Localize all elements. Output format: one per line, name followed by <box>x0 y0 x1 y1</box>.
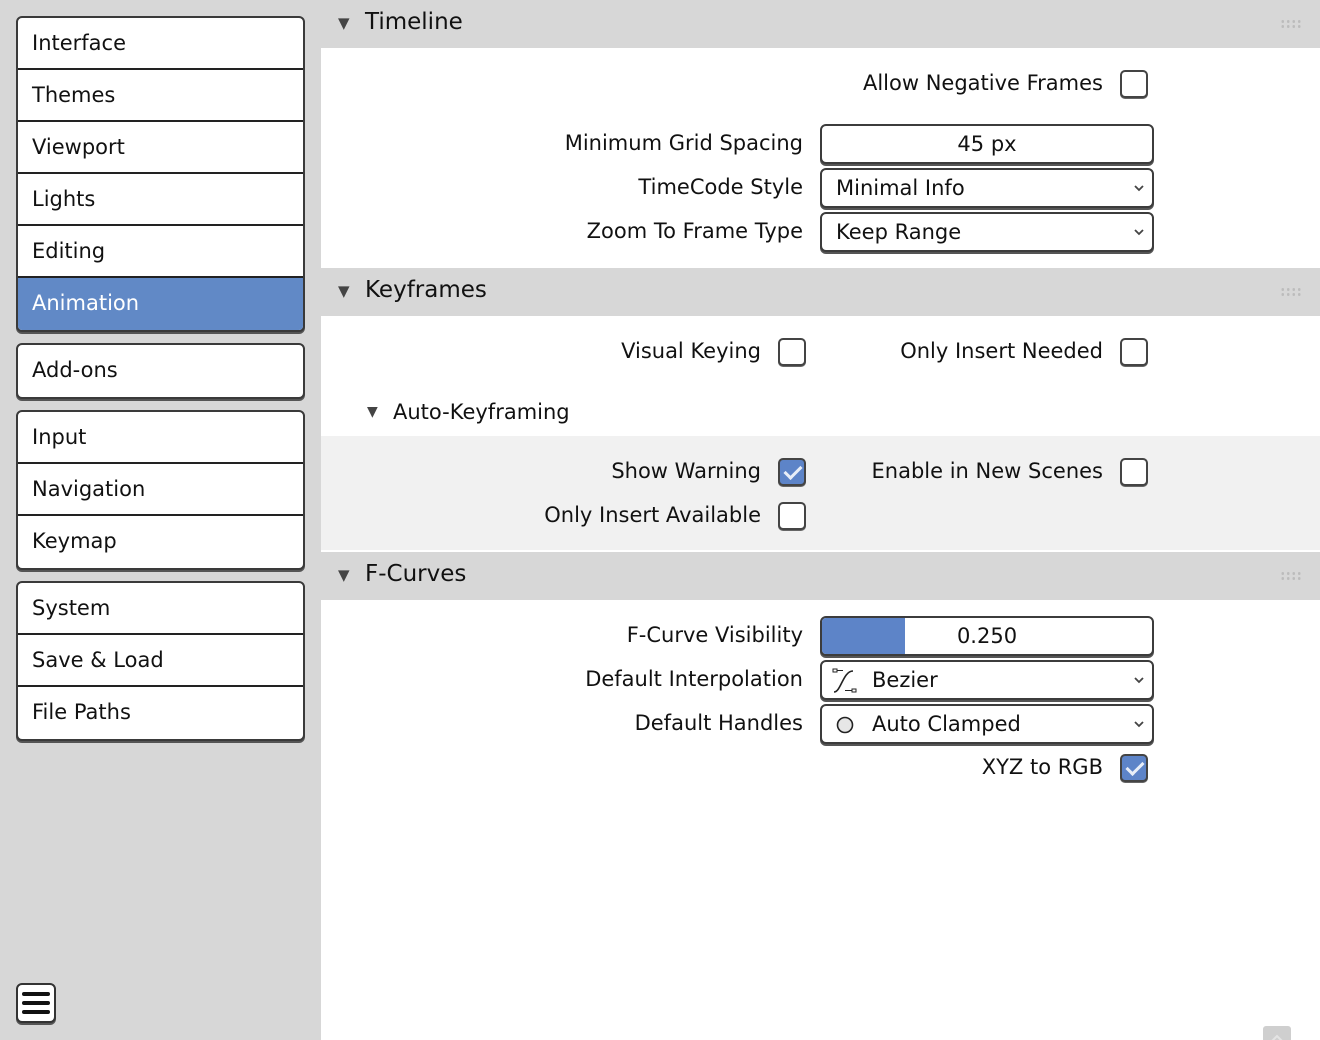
only-insert-needed-label: Only Insert Needed <box>900 339 1103 363</box>
sidebar-item-lights[interactable]: Lights <box>18 174 303 226</box>
sidebar-item-system[interactable]: System <box>18 583 303 635</box>
nav-group-input: Input Navigation Keymap <box>16 410 305 570</box>
drag-handle-icon[interactable] <box>1280 19 1302 29</box>
default-handles-label: Default Handles <box>634 711 803 735</box>
hamburger-icon-line <box>22 1010 50 1014</box>
nav-group-ui: Interface Themes Viewport Lights Editing… <box>16 16 305 332</box>
auto-keyframing-subpanel <box>321 436 1320 550</box>
nav-group-system: System Save & Load File Paths <box>16 581 305 741</box>
sidebar: Interface Themes Viewport Lights Editing… <box>0 0 321 1040</box>
allow-negative-frames-checkbox[interactable] <box>1120 70 1148 98</box>
hamburger-icon <box>22 992 50 996</box>
min-grid-spacing-value: 45 px <box>957 132 1017 156</box>
zoom-to-frame-type-value: Keep Range <box>836 220 962 244</box>
nav-group-addons: Add-ons <box>16 343 305 399</box>
collapse-triangle-icon: ▼ <box>367 404 378 420</box>
timecode-style-dropdown[interactable]: Minimal Info <box>820 168 1154 208</box>
xyz-to-rgb-checkbox[interactable] <box>1120 754 1148 782</box>
timecode-style-label: TimeCode Style <box>638 175 803 199</box>
sidebar-item-editing[interactable]: Editing <box>18 226 303 278</box>
sidebar-item-viewport[interactable]: Viewport <box>18 122 303 174</box>
chevron-down-icon <box>1134 229 1144 236</box>
panel-title: F-Curves <box>365 561 467 587</box>
show-warning-label: Show Warning <box>611 459 761 483</box>
enable-in-new-scenes-checkbox[interactable] <box>1120 458 1148 486</box>
hamburger-icon-line <box>22 1001 50 1005</box>
only-insert-available-checkbox[interactable] <box>778 502 806 530</box>
panel-title: Timeline <box>365 9 463 35</box>
sidebar-item-navigation[interactable]: Navigation <box>18 464 303 516</box>
subpanel-title-auto-keyframing[interactable]: Auto-Keyframing <box>393 400 570 424</box>
preferences-content: ▼ Timeline Allow Negative Frames Minimum… <box>321 0 1320 1040</box>
handle-circle-icon <box>836 716 854 734</box>
fcurve-visibility-slider[interactable]: 0.250 <box>820 616 1154 656</box>
chevron-down-icon <box>1134 677 1144 684</box>
preferences-menu-button[interactable] <box>16 983 56 1023</box>
sidebar-item-keymap[interactable]: Keymap <box>18 516 303 568</box>
visual-keying-label: Visual Keying <box>621 339 761 363</box>
allow-negative-frames-label: Allow Negative Frames <box>862 71 1103 95</box>
panel-header-fcurves[interactable]: ▼ F-Curves <box>321 552 1320 600</box>
default-handles-dropdown[interactable]: Auto Clamped <box>820 704 1154 744</box>
bezier-curve-icon <box>832 668 857 693</box>
min-grid-spacing-field[interactable]: 45 px <box>820 124 1154 164</box>
zoom-to-frame-type-label: Zoom To Frame Type <box>586 219 803 243</box>
only-insert-needed-checkbox[interactable] <box>1120 338 1148 366</box>
chevron-up-icon <box>1271 1034 1283 1040</box>
timecode-style-value: Minimal Info <box>836 176 965 200</box>
visual-keying-checkbox[interactable] <box>778 338 806 366</box>
sidebar-item-themes[interactable]: Themes <box>18 70 303 122</box>
only-insert-available-label: Only Insert Available <box>544 503 761 527</box>
default-interpolation-label: Default Interpolation <box>585 667 803 691</box>
scroll-up-button[interactable] <box>1263 1026 1291 1040</box>
chevron-down-icon <box>1134 721 1144 728</box>
collapse-triangle-icon: ▼ <box>338 282 350 300</box>
panel-title: Keyframes <box>365 277 487 303</box>
sidebar-item-animation[interactable]: Animation <box>18 278 303 330</box>
sidebar-item-input[interactable]: Input <box>18 412 303 464</box>
sidebar-item-file-paths[interactable]: File Paths <box>18 687 303 739</box>
show-warning-checkbox[interactable] <box>778 458 806 486</box>
sidebar-item-save-load[interactable]: Save & Load <box>18 635 303 687</box>
drag-handle-icon[interactable] <box>1280 287 1302 297</box>
fcurve-visibility-value: 0.250 <box>956 624 1018 648</box>
drag-handle-icon[interactable] <box>1280 571 1302 581</box>
panel-header-keyframes[interactable]: ▼ Keyframes <box>321 268 1320 316</box>
sidebar-item-interface[interactable]: Interface <box>18 18 303 70</box>
collapse-triangle-icon: ▼ <box>338 566 350 584</box>
zoom-to-frame-type-dropdown[interactable]: Keep Range <box>820 212 1154 252</box>
default-interpolation-dropdown[interactable]: Bezier <box>820 660 1154 700</box>
min-grid-spacing-label: Minimum Grid Spacing <box>564 131 803 155</box>
chevron-down-icon <box>1134 185 1144 192</box>
panel-header-timeline[interactable]: ▼ Timeline <box>321 0 1320 48</box>
sidebar-item-add-ons[interactable]: Add-ons <box>18 345 303 397</box>
xyz-to-rgb-label: XYZ to RGB <box>981 755 1103 779</box>
enable-in-new-scenes-label: Enable in New Scenes <box>871 459 1103 483</box>
default-interpolation-value: Bezier <box>872 668 938 692</box>
default-handles-value: Auto Clamped <box>872 712 1021 736</box>
fcurve-visibility-label: F-Curve Visibility <box>626 623 803 647</box>
collapse-triangle-icon: ▼ <box>338 14 350 32</box>
